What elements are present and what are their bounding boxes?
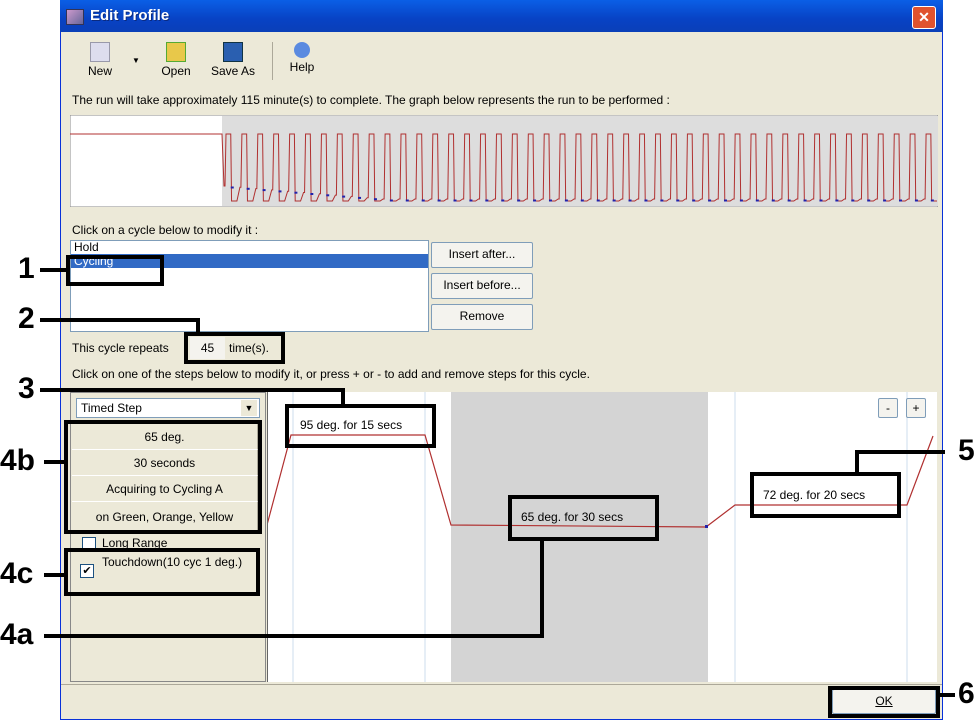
annotation-label-4b: 4b (0, 444, 36, 477)
annotation-leader-lines (40, 268, 955, 697)
annotation-label-4c: 4c (0, 557, 34, 590)
annotation-label-6: 6 (958, 677, 975, 710)
annotation-label-3: 3 (18, 372, 35, 405)
annotation-label-2: 2 (18, 302, 35, 335)
annotation-label-4a: 4a (0, 618, 34, 651)
annotation-label-5: 5 (958, 434, 975, 467)
annotation-label-1: 1 (18, 252, 35, 285)
